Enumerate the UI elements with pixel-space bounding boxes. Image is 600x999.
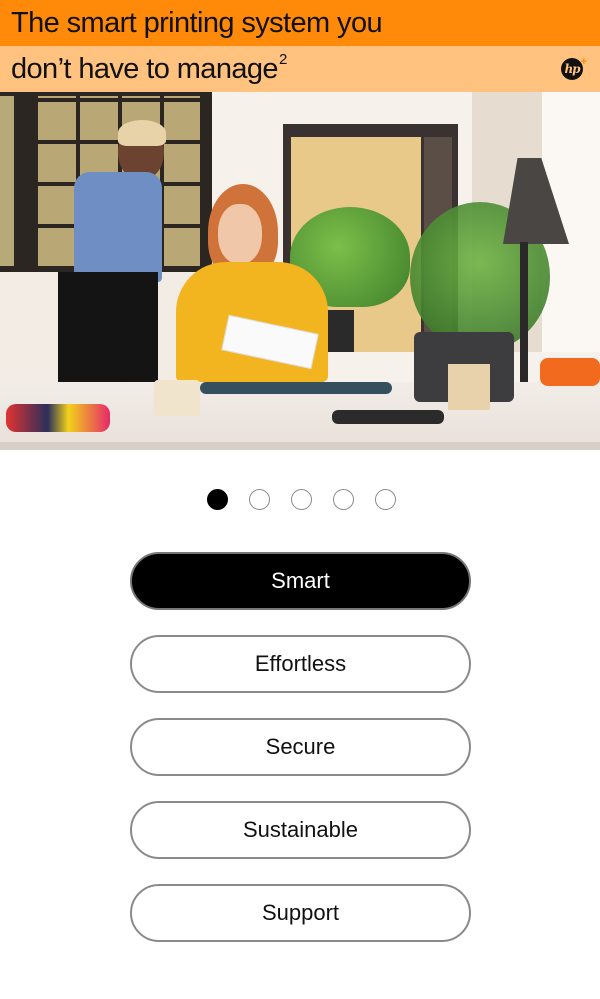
orange-object xyxy=(540,358,600,386)
person-standing-hair xyxy=(118,120,166,146)
desk-edge xyxy=(0,442,600,450)
pencil-cup xyxy=(448,364,490,410)
headline-line-1: The smart printing system you xyxy=(11,6,383,39)
carousel-indicators xyxy=(0,489,600,510)
footnote-marker: 2 xyxy=(278,50,287,68)
carousel-dot-4[interactable] xyxy=(332,489,354,510)
window-left-edge xyxy=(0,96,14,266)
menu-button-effortless[interactable]: Effortless xyxy=(130,635,471,693)
hp-plus-logo: hp + xyxy=(561,56,587,80)
carousel-dot-5[interactable] xyxy=(374,489,396,510)
feature-menu: Smart Effortless Secure Sustainable Support xyxy=(130,552,471,967)
sock-black xyxy=(332,410,444,424)
menu-button-secure[interactable]: Secure xyxy=(130,718,471,776)
desk-mat xyxy=(200,382,392,394)
person-standing-shirt xyxy=(74,172,162,282)
socks xyxy=(6,404,110,432)
headline-line-2: don’t have to manage2 xyxy=(11,50,287,86)
menu-button-support[interactable]: Support xyxy=(130,884,471,942)
lamp-stand xyxy=(520,242,528,402)
person-standing-pants xyxy=(58,272,158,392)
person-seated-face xyxy=(218,204,262,264)
headline-band-primary: The smart printing system you xyxy=(0,0,600,46)
menu-button-smart[interactable]: Smart xyxy=(130,552,471,610)
carousel-dot-3[interactable] xyxy=(290,489,312,510)
cup xyxy=(154,380,200,416)
plus-icon: + xyxy=(580,56,587,68)
hero-image xyxy=(0,92,600,450)
carousel-dot-1[interactable] xyxy=(206,489,228,510)
headline-line-2-text: don’t have to manage xyxy=(11,52,279,85)
headline-band-secondary: don’t have to manage2 hp + xyxy=(0,46,600,92)
menu-button-sustainable[interactable]: Sustainable xyxy=(130,801,471,859)
carousel-dot-2[interactable] xyxy=(248,489,270,510)
